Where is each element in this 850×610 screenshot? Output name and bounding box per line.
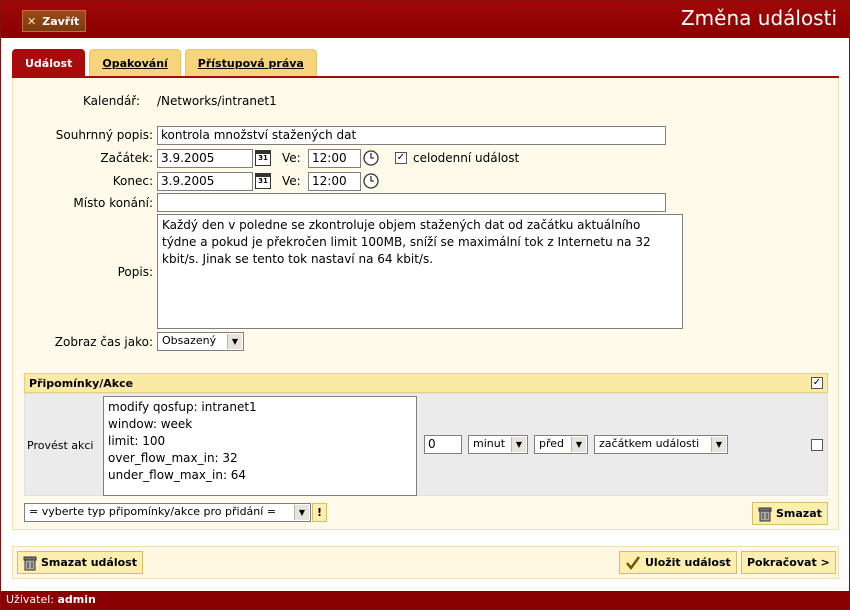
- chevron-down-icon: ▼: [227, 334, 242, 349]
- chevron-down-icon: ▼: [571, 437, 586, 452]
- reminder-unit-select[interactable]: minut ▼: [468, 435, 528, 454]
- tab-bar: Událost Opakování Přístupová práva: [12, 49, 317, 76]
- start-time-input[interactable]: 12:00: [308, 149, 361, 168]
- close-icon: ✕: [27, 14, 37, 28]
- delete-reminder-button[interactable]: Smazat: [752, 502, 828, 525]
- end-time-label: Ve:: [282, 174, 301, 188]
- reminder-relation-select[interactable]: před ▼: [534, 435, 588, 454]
- reminders-header: Připomínky/Akce ✓: [24, 373, 828, 393]
- add-reminder-button[interactable]: !: [312, 503, 328, 522]
- action-line: modify qosfup: intranet1: [108, 400, 257, 414]
- reminder-row-checkbox[interactable]: [811, 439, 823, 451]
- reminder-amount-input[interactable]: 0: [424, 435, 462, 454]
- delete-event-label: Smazat událost: [41, 556, 137, 569]
- calendar-value: /Networks/intranet1: [157, 94, 277, 108]
- action-textarea[interactable]: modify qosfup: intranet1 window: week li…: [103, 396, 417, 496]
- continue-button[interactable]: Pokračovat >: [741, 551, 836, 574]
- location-input[interactable]: [157, 193, 666, 212]
- allday-checkbox[interactable]: ✓: [395, 152, 407, 164]
- add-reminder-type-value: = vyberte typ připomínky/akce pro přidán…: [29, 505, 277, 518]
- reminder-row-label: Provést akci: [27, 439, 94, 452]
- reminders-title: Připomínky/Akce: [29, 377, 134, 390]
- close-button[interactable]: ✕ Zavřít: [22, 10, 87, 32]
- action-line: under_flow_max_in: 64: [108, 468, 247, 482]
- description-textarea[interactable]: Každý den v poledne se zkontroluje objem…: [157, 214, 683, 329]
- trash-icon: [23, 556, 37, 570]
- delete-event-button[interactable]: Smazat událost: [17, 551, 143, 574]
- location-label: Místo konání:: [73, 196, 153, 210]
- start-label: Začátek:: [100, 151, 153, 165]
- save-event-button[interactable]: Uložit událost: [619, 551, 737, 574]
- reminder-row: Provést akci modify qosfup: intranet1 wi…: [24, 393, 828, 496]
- allday-label: celodenní událost: [413, 151, 520, 165]
- chevron-down-icon: ▼: [711, 437, 726, 452]
- action-line: limit: 100: [108, 434, 166, 448]
- add-reminder-type-select[interactable]: = vyberte typ připomínky/akce pro přidán…: [24, 503, 311, 522]
- start-clock-icon[interactable]: [363, 150, 379, 166]
- start-time-label: Ve:: [282, 151, 301, 165]
- description-label: Popis:: [117, 265, 153, 279]
- close-button-label: Zavřít: [42, 14, 80, 28]
- chevron-down-icon: ▼: [511, 437, 526, 452]
- start-date-input[interactable]: 3.9.2005: [157, 149, 253, 168]
- show-time-label: Zobraz čas jako:: [54, 335, 153, 349]
- end-label: Konec:: [112, 174, 153, 188]
- footer-panel: Smazat událost Uložit událost Pokračovat…: [12, 546, 839, 579]
- summary-input[interactable]: kontrola množství stažených dat: [157, 126, 666, 145]
- tab-access-rights[interactable]: Přístupová práva: [184, 49, 317, 76]
- status-bar: Uživatel: admin: [1, 591, 849, 609]
- show-time-select[interactable]: Obsazený ▼: [157, 332, 244, 351]
- user-label: Uživatel:: [6, 593, 54, 606]
- reminders-select-all-checkbox[interactable]: ✓: [811, 377, 823, 389]
- summary-label: Souhrnný popis:: [55, 128, 153, 142]
- reminder-unit-value: minut: [473, 437, 506, 450]
- start-calendar-icon[interactable]: 31: [255, 150, 271, 166]
- app-header: ✕ Zavřít Změna události: [1, 1, 849, 38]
- reminder-relation-value: před: [539, 437, 565, 450]
- action-line: over_flow_max_in: 32: [108, 451, 238, 465]
- user-name: admin: [57, 593, 96, 606]
- delete-reminder-label: Smazat: [776, 507, 822, 520]
- tab-recurrence[interactable]: Opakování: [89, 49, 181, 76]
- end-clock-icon[interactable]: [363, 173, 379, 189]
- page-title: Změna události: [680, 6, 837, 30]
- check-icon: [626, 555, 641, 570]
- save-event-label: Uložit událost: [645, 556, 731, 569]
- reminder-anchor-select[interactable]: začátkem události ▼: [594, 435, 728, 454]
- window-frame: ✕ Zavřít Změna události Událost Opakován…: [0, 0, 850, 610]
- action-line: window: week: [108, 417, 193, 431]
- tab-event[interactable]: Událost: [12, 49, 86, 76]
- show-time-value: Obsazený: [162, 334, 217, 347]
- chevron-down-icon: ▼: [294, 505, 309, 520]
- event-form-panel: Kalendář: /Networks/intranet1 Souhrnný p…: [12, 78, 839, 530]
- calendar-label: Kalendář:: [83, 94, 141, 108]
- end-date-input[interactable]: 3.9.2005: [157, 172, 253, 191]
- end-time-input[interactable]: 12:00: [308, 172, 361, 191]
- reminder-anchor-value: začátkem události: [599, 437, 700, 450]
- trash-icon: [758, 507, 772, 521]
- end-calendar-icon[interactable]: 31: [255, 173, 271, 189]
